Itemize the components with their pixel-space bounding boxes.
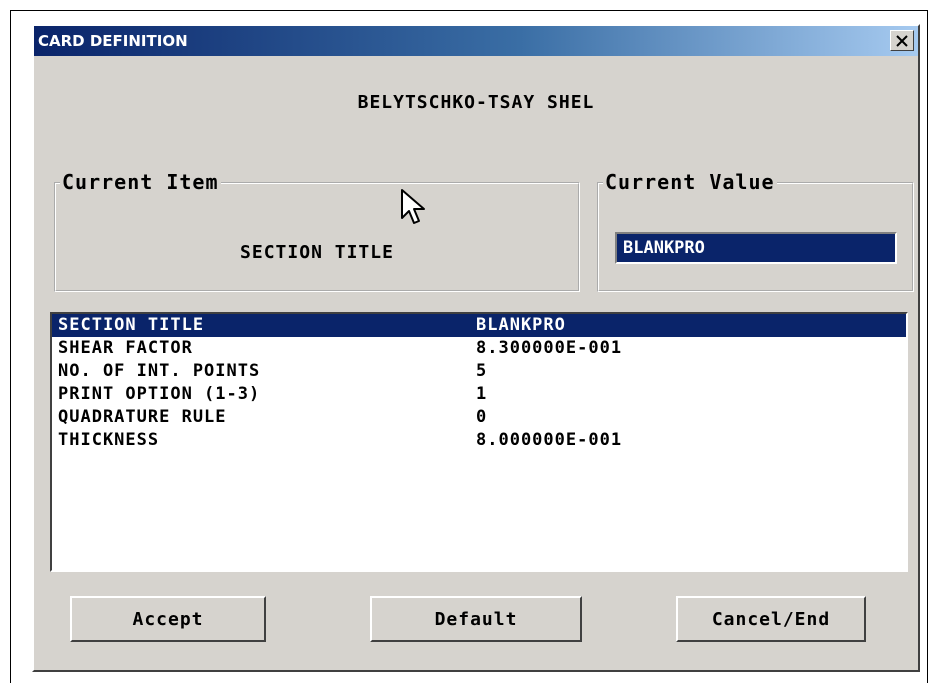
list-item[interactable]: THICKNESS 8.000000E-001 [52, 429, 906, 452]
list-item[interactable]: NO. OF INT. POINTS 5 [52, 360, 906, 383]
current-item-group: Current Item SECTION TITLE [54, 170, 580, 292]
list-item-name: QUADRATURE RULE [58, 407, 227, 427]
element-type-heading: BELYTSCHKO-TSAY SHEL [357, 92, 595, 113]
list-item-value: 1 [476, 384, 488, 404]
default-button[interactable]: Default [370, 596, 582, 642]
list-item[interactable]: SHEAR FACTOR 8.300000E-001 [52, 337, 906, 360]
current-value-group: Current Value [597, 170, 914, 292]
list-item-name: SHEAR FACTOR [58, 338, 193, 358]
current-value-legend: Current Value [603, 170, 777, 194]
current-item-value: SECTION TITLE [240, 242, 394, 263]
card-definition-dialog: CARD DEFINITION BELYTSCHKO-TSAY SHEL Cur… [32, 24, 920, 672]
current-value-input[interactable] [615, 232, 897, 264]
close-button[interactable] [890, 30, 914, 51]
list-item-name: PRINT OPTION (1-3) [58, 384, 261, 404]
cancel-end-button[interactable]: Cancel/End [676, 596, 866, 642]
list-item-value: 8.000000E-001 [476, 430, 623, 450]
current-item-legend: Current Item [60, 170, 221, 194]
list-item-value: 5 [476, 361, 488, 381]
accept-button[interactable]: Accept [70, 596, 266, 642]
close-icon [896, 34, 908, 47]
list-item[interactable]: SECTION TITLE BLANKPRO [52, 314, 906, 337]
list-item-name: NO. OF INT. POINTS [58, 361, 261, 381]
list-item[interactable]: PRINT OPTION (1-3) 1 [52, 383, 906, 406]
list-item-value: BLANKPRO [476, 315, 566, 335]
list-item[interactable]: QUADRATURE RULE 0 [52, 406, 906, 429]
list-item-name: SECTION TITLE [58, 315, 205, 335]
title-bar[interactable]: CARD DEFINITION [34, 26, 918, 56]
list-item-value: 0 [476, 407, 488, 427]
parameter-list[interactable]: SECTION TITLE BLANKPRO SHEAR FACTOR 8.30000… [50, 312, 908, 572]
window-title: CARD DEFINITION [38, 32, 188, 50]
list-item-name: THICKNESS [58, 430, 160, 450]
list-item-value: 8.300000E-001 [476, 338, 623, 358]
